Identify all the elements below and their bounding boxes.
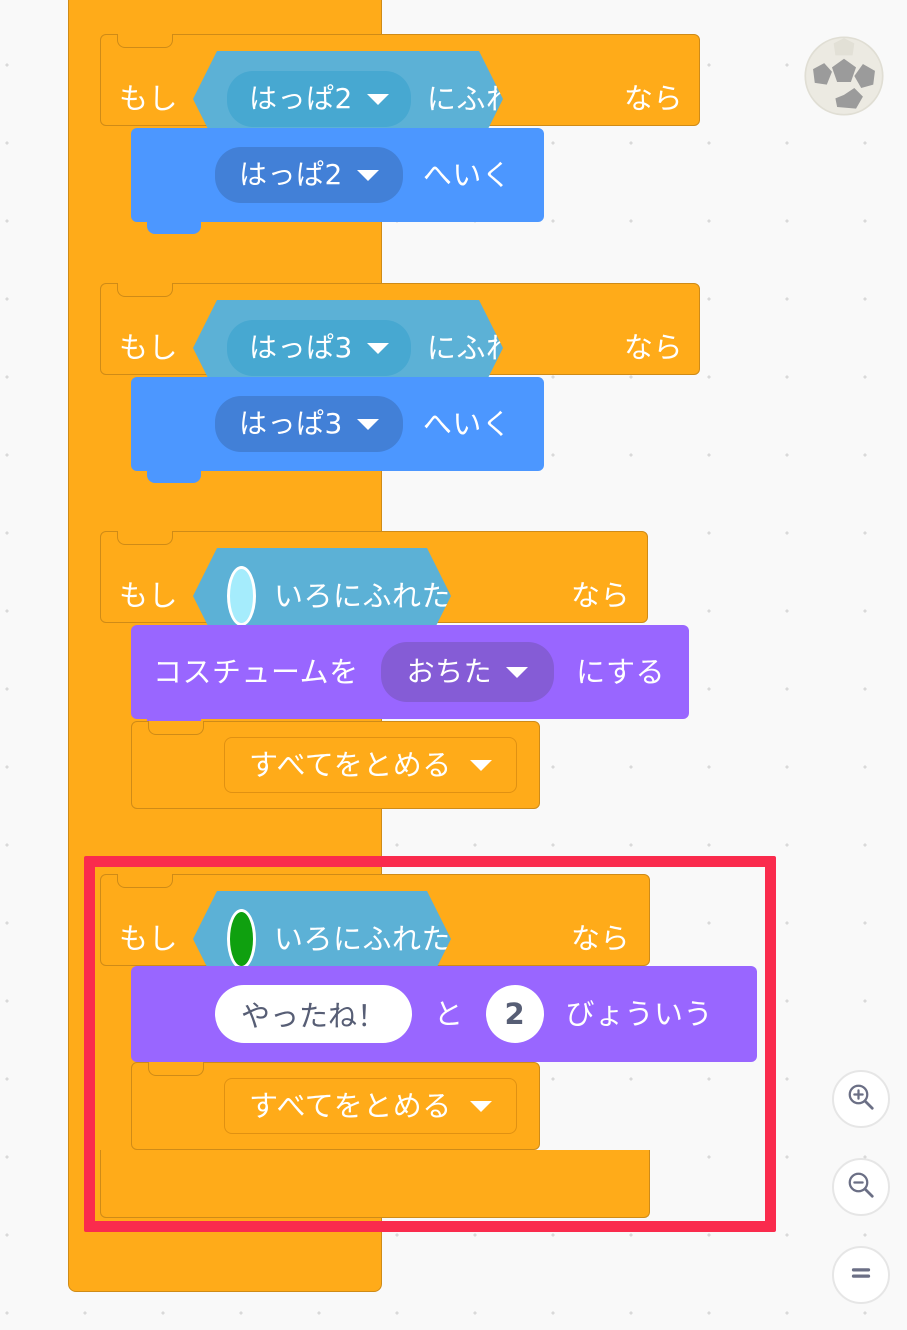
say-message-input[interactable]: やったね！ xyxy=(215,985,413,1043)
object-name: はっぱ2 xyxy=(249,82,353,115)
then-label: なら xyxy=(571,921,631,956)
say-suffix-label: びょういう xyxy=(565,996,714,1031)
if-block-green-bottom xyxy=(100,1150,650,1218)
say-seconds-input[interactable]: 2 xyxy=(485,985,544,1043)
block-bump xyxy=(147,471,201,483)
stop-block-green-branch[interactable]: すべてをとめる xyxy=(131,1062,540,1150)
then-label: なら xyxy=(624,330,684,365)
zoom-reset-button[interactable] xyxy=(832,1246,890,1304)
if-label: もし xyxy=(119,578,179,613)
zoom-out-button[interactable] xyxy=(832,1158,890,1216)
say-seconds-value: 2 xyxy=(504,997,525,1031)
touching-suffix: にふれた xyxy=(426,81,545,116)
if-block-touching-green[interactable]: もし いろにふれた なら xyxy=(100,874,650,966)
goto-target-dropdown[interactable]: はっぱ3 xyxy=(215,396,403,452)
glide-to-block-happa3[interactable]: はっぱ3 へいく xyxy=(131,377,544,483)
equals-icon xyxy=(846,1258,876,1292)
block-notch xyxy=(147,966,201,979)
if-block-touching-cyan[interactable]: もし いろにふれた なら xyxy=(100,531,648,623)
block-notch xyxy=(117,34,173,48)
stop-block-cyan-branch[interactable]: すべてをとめる xyxy=(131,721,540,809)
chevron-down-icon xyxy=(506,666,529,678)
magnifier-minus-icon xyxy=(846,1170,876,1204)
chevron-down-icon xyxy=(367,94,389,105)
block-notch xyxy=(147,625,201,638)
switch-costume-prefix: コスチュームを xyxy=(153,654,359,689)
say-message-value: やったね！ xyxy=(241,999,387,1033)
if-block-happa3[interactable]: もし はっぱ3 にふれた なら xyxy=(100,283,700,375)
block-notch xyxy=(148,721,204,735)
object-name: はっぱ3 xyxy=(239,407,343,440)
chevron-down-icon xyxy=(356,418,379,430)
then-label: なら xyxy=(624,81,684,116)
if-label: もし xyxy=(119,330,179,365)
if-label: もし xyxy=(119,921,179,956)
glide-to-block-happa2[interactable]: はっぱ2 へいく xyxy=(131,128,544,234)
object-name: はっぱ3 xyxy=(249,331,353,364)
goto-suffix: へいく xyxy=(422,406,512,441)
then-label: なら xyxy=(571,578,631,613)
object-dropdown[interactable]: はっぱ2 xyxy=(227,71,411,127)
costume-name: おちた xyxy=(406,655,493,688)
chevron-down-icon xyxy=(469,759,492,771)
block-bump xyxy=(147,222,201,234)
block-notch xyxy=(147,128,201,141)
stop-option-dropdown[interactable]: すべてをとめる xyxy=(224,737,517,793)
object-name: はっぱ2 xyxy=(239,158,343,191)
magnifier-plus-icon xyxy=(846,1082,876,1116)
touching-color-suffix: いろにふれた xyxy=(273,578,451,613)
chevron-down-icon xyxy=(367,343,389,354)
stop-option-label: すべてをとめる xyxy=(249,1088,452,1123)
stop-option-label: すべてをとめる xyxy=(249,747,452,782)
color-swatch-green[interactable] xyxy=(227,909,256,969)
say-for-seconds-block[interactable]: やったね！ と 2 びょういう xyxy=(131,966,757,1074)
if-block-happa2[interactable]: もし はっぱ2 にふれた なら xyxy=(100,34,700,126)
zoom-in-button[interactable] xyxy=(832,1070,890,1128)
touching-suffix: にふれた xyxy=(426,330,545,365)
block-notch xyxy=(117,283,173,297)
block-notch xyxy=(148,1062,204,1076)
goto-target-dropdown[interactable]: はっぱ2 xyxy=(215,147,403,203)
if-label: もし xyxy=(119,81,179,116)
block-notch xyxy=(147,377,201,390)
costume-dropdown[interactable]: おちた xyxy=(380,642,555,702)
touching-color-suffix: いろにふれた xyxy=(273,921,451,956)
say-joiner-label: と xyxy=(434,996,464,1031)
chevron-down-icon xyxy=(356,169,379,181)
object-dropdown[interactable]: はっぱ3 xyxy=(227,320,411,376)
switch-costume-suffix: にする xyxy=(576,654,665,689)
block-notch xyxy=(117,531,173,545)
block-workspace[interactable]: もし はっぱ2 にふれた なら はっぱ2 へいく もし はっぱ3 にふれた なら… xyxy=(0,0,907,1330)
soccer-ball-sprite[interactable] xyxy=(801,33,887,119)
switch-costume-block[interactable]: コスチュームを おちた にする xyxy=(131,625,689,731)
stop-option-dropdown[interactable]: すべてをとめる xyxy=(224,1078,517,1134)
chevron-down-icon xyxy=(469,1100,492,1112)
goto-suffix: へいく xyxy=(422,157,512,192)
color-swatch-cyan[interactable] xyxy=(227,566,256,626)
block-notch xyxy=(117,874,173,888)
